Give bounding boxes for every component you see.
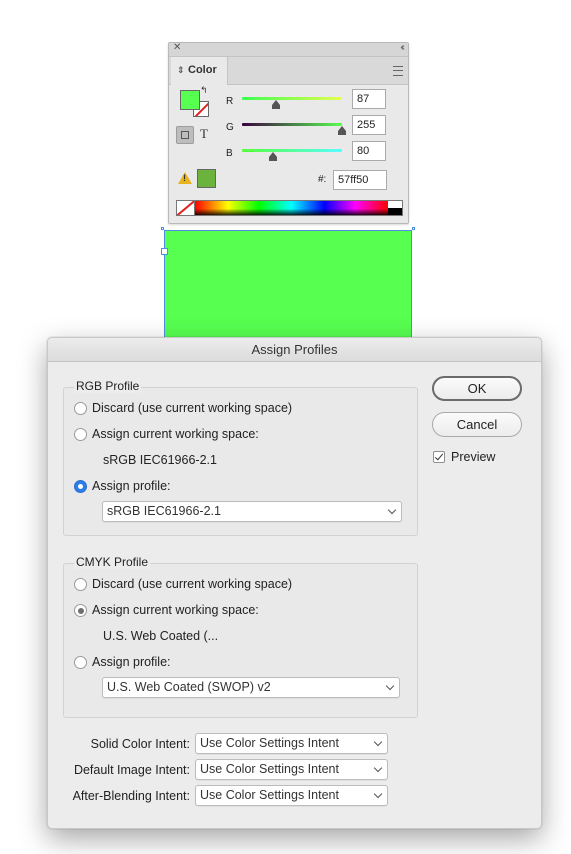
slider-track-r[interactable] bbox=[242, 97, 342, 100]
rgb-assign-profile-radio[interactable] bbox=[74, 480, 87, 493]
cmyk-profile-value: U.S. Web Coated (SWOP) v2 bbox=[107, 680, 271, 694]
default-image-intent-select[interactable]: Use Color Settings Intent bbox=[195, 759, 388, 780]
color-spectrum-ramp[interactable] bbox=[176, 200, 403, 216]
color-panel: ✕ ‹‹ ⇕ Color ↰ T R 87 G 255 B 80 ! #: 57… bbox=[168, 42, 409, 224]
out-of-gamut-swatch[interactable] bbox=[197, 169, 216, 188]
after-blending-intent-label: After-Blending Intent: bbox=[72, 789, 190, 803]
r-value-field[interactable]: 87 bbox=[352, 89, 386, 109]
cmyk-assign-current-label: Assign current working space: bbox=[92, 603, 259, 617]
slider-track-g[interactable] bbox=[242, 123, 342, 126]
preview-label[interactable]: Preview bbox=[451, 450, 495, 464]
selection-handle-left[interactable] bbox=[161, 248, 168, 255]
spectrum-gradient[interactable] bbox=[195, 201, 388, 215]
panel-menu-icon[interactable] bbox=[393, 66, 403, 76]
preview-checkbox[interactable] bbox=[433, 451, 445, 463]
formatting-text-icon[interactable]: T bbox=[200, 126, 208, 142]
cmyk-profile-title: CMYK Profile bbox=[74, 555, 151, 569]
cmyk-assign-current-radio[interactable] bbox=[74, 604, 87, 617]
slider-label-b: B bbox=[226, 148, 233, 159]
slider-label-r: R bbox=[226, 96, 234, 107]
cmyk-discard-label: Discard (use current working space) bbox=[92, 577, 293, 591]
ok-button[interactable]: OK bbox=[432, 376, 522, 401]
close-icon[interactable]: ✕ bbox=[173, 42, 181, 53]
rgb-profile-select[interactable]: sRGB IEC61966-2.1 bbox=[102, 501, 402, 522]
tab-color[interactable]: ⇕ Color bbox=[171, 57, 228, 85]
chevron-down-icon bbox=[373, 763, 383, 773]
selection-handle-top-right[interactable] bbox=[412, 227, 415, 230]
rgb-assign-current-option[interactable]: Assign current working space: bbox=[74, 427, 259, 441]
rgb-discard-label: Discard (use current working space) bbox=[92, 401, 293, 415]
slider-label-g: G bbox=[226, 122, 234, 133]
formatting-container-icon[interactable] bbox=[176, 126, 194, 144]
default-image-intent-label: Default Image Intent: bbox=[73, 763, 190, 777]
rgb-assign-profile-label: Assign profile: bbox=[92, 479, 171, 493]
cmyk-discard-option[interactable]: Discard (use current working space) bbox=[74, 577, 293, 591]
chevron-down-icon bbox=[373, 737, 383, 747]
after-blending-intent-value: Use Color Settings Intent bbox=[200, 788, 339, 802]
selected-green-rectangle[interactable] bbox=[161, 227, 415, 342]
chevron-down-icon bbox=[373, 789, 383, 799]
chevron-down-icon bbox=[385, 681, 395, 691]
cancel-button[interactable]: Cancel bbox=[432, 412, 522, 437]
white-swatch[interactable] bbox=[388, 201, 402, 208]
slider-thumb-r[interactable] bbox=[272, 100, 280, 109]
rgb-profile-value: sRGB IEC61966-2.1 bbox=[107, 504, 221, 518]
cmyk-assign-profile-option[interactable]: Assign profile: bbox=[74, 655, 171, 669]
cmyk-current-space: U.S. Web Coated (... bbox=[103, 629, 219, 643]
none-swatch-icon[interactable] bbox=[177, 201, 195, 215]
slider-thumb-b[interactable] bbox=[269, 152, 277, 161]
fill-swatch[interactable] bbox=[180, 90, 200, 110]
cmyk-profile-select[interactable]: U.S. Web Coated (SWOP) v2 bbox=[102, 677, 400, 698]
panel-tab-bar: ⇕ Color bbox=[169, 57, 408, 85]
black-swatch[interactable] bbox=[388, 208, 402, 215]
tab-expand-icon[interactable]: ⇕ bbox=[177, 57, 185, 84]
rgb-discard-option[interactable]: Discard (use current working space) bbox=[74, 401, 293, 415]
after-blending-intent-select[interactable]: Use Color Settings Intent bbox=[195, 785, 388, 806]
b-value-field[interactable]: 80 bbox=[352, 141, 386, 161]
slider-track-b[interactable] bbox=[242, 149, 342, 152]
hex-value-field[interactable]: 57ff50 bbox=[333, 170, 387, 190]
selection-handle-top-left[interactable] bbox=[161, 227, 164, 230]
warning-icon[interactable]: ! bbox=[178, 172, 192, 184]
g-value-field[interactable]: 255 bbox=[352, 115, 386, 135]
cmyk-assign-profile-label: Assign profile: bbox=[92, 655, 171, 669]
tab-color-label: Color bbox=[188, 64, 217, 76]
double-chevron-left-icon[interactable]: ‹‹ bbox=[400, 42, 404, 53]
cmyk-assign-current-option[interactable]: Assign current working space: bbox=[74, 603, 259, 617]
rgb-current-space: sRGB IEC61966-2.1 bbox=[103, 453, 217, 467]
rgb-profile-title: RGB Profile bbox=[74, 379, 142, 393]
rgb-assign-profile-option[interactable]: Assign profile: bbox=[74, 479, 171, 493]
panel-title-bar: ✕ ‹‹ bbox=[169, 42, 408, 57]
dialog-title: Assign Profiles bbox=[48, 338, 541, 362]
solid-color-intent-value: Use Color Settings Intent bbox=[200, 736, 339, 750]
black-white-swatches[interactable] bbox=[388, 201, 402, 215]
chevron-down-icon bbox=[387, 505, 397, 515]
rgb-discard-radio[interactable] bbox=[74, 402, 87, 415]
solid-color-intent-select[interactable]: Use Color Settings Intent bbox=[195, 733, 388, 754]
cmyk-discard-radio[interactable] bbox=[74, 578, 87, 591]
rgb-assign-current-label: Assign current working space: bbox=[92, 427, 259, 441]
assign-profiles-dialog: Assign Profiles RGB Profile Discard (use… bbox=[47, 337, 542, 829]
default-image-intent-value: Use Color Settings Intent bbox=[200, 762, 339, 776]
solid-color-intent-label: Solid Color Intent: bbox=[90, 737, 190, 751]
hex-label: #: bbox=[318, 174, 327, 185]
slider-thumb-g[interactable] bbox=[338, 126, 346, 135]
cmyk-assign-profile-radio[interactable] bbox=[74, 656, 87, 669]
swap-fill-stroke-icon[interactable]: ↰ bbox=[200, 85, 208, 96]
rgb-assign-current-radio[interactable] bbox=[74, 428, 87, 441]
